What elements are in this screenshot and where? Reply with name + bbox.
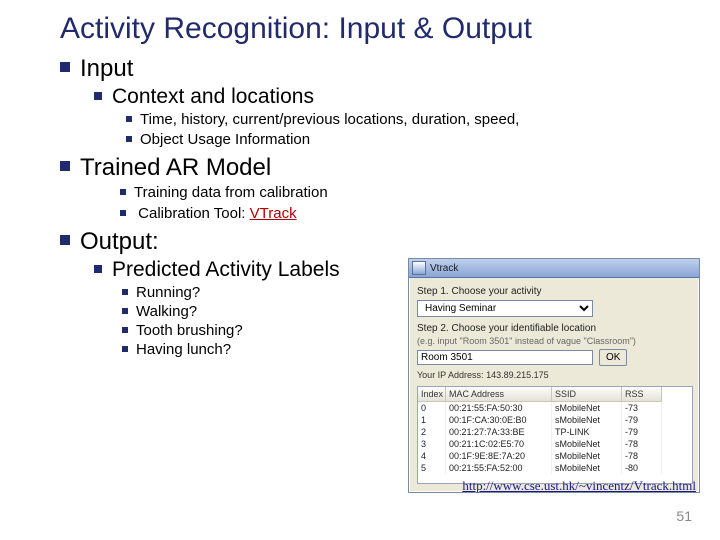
text: Calibration Tool:: [138, 205, 249, 222]
table-row: 200:21:27:7A:33:BETP-LINK-79: [418, 426, 692, 438]
footer-url-link[interactable]: http://www.cse.ust.hk/~vincentz/Vtrack.h…: [462, 478, 696, 494]
section-input: Input Context and locations Time, histor…: [60, 55, 690, 151]
page-number: 51: [676, 508, 692, 524]
cell: 4: [418, 450, 446, 462]
section-heading: Output:: [80, 228, 159, 255]
ip-value: 143.89.215.175: [486, 370, 549, 380]
cell: -73: [622, 402, 662, 414]
sub-heading: Context and locations: [112, 85, 314, 108]
sub-heading: Predicted Activity Labels: [112, 258, 340, 281]
slide-title: Activity Recognition: Input & Output: [60, 12, 690, 47]
app-icon: [412, 261, 426, 275]
table-row: 500:21:55:FA:52:00sMobileNet-80: [418, 462, 692, 474]
step2-label: Step 2. Choose your identifiable locatio…: [417, 323, 691, 334]
cell: 00:21:1C:02:E5:70: [446, 438, 552, 450]
ok-button[interactable]: OK: [599, 349, 627, 366]
ip-label: Your IP Address:: [417, 370, 484, 380]
cell: 00:21:55:FA:50:30: [446, 402, 552, 414]
cell: 00:21:55:FA:52:00: [446, 462, 552, 474]
col-header: MAC Address: [446, 387, 552, 402]
section-trained-model: Trained AR Model Training data from cali…: [60, 154, 690, 224]
vtrack-window: Vtrack Step 1. Choose your activity Havi…: [408, 258, 700, 493]
section-heading: Trained AR Model: [80, 154, 271, 181]
subsection-context: Context and locations Time, history, cur…: [94, 85, 690, 151]
table-row: 100:1F:CA:30:0E:B0sMobileNet-79: [418, 414, 692, 426]
col-header: SSID: [552, 387, 622, 402]
cell: sMobileNet: [552, 414, 622, 426]
list-item: Calibration Tool: VTrack: [120, 205, 690, 224]
table-row: 400:1F:9E:8E:7A:20sMobileNet-78: [418, 450, 692, 462]
table-row: 300:21:1C:02:E5:70sMobileNet-78: [418, 438, 692, 450]
col-header: RSS: [622, 387, 662, 402]
cell: 1: [418, 414, 446, 426]
cell: sMobileNet: [552, 402, 622, 414]
step1-label: Step 1. Choose your activity: [417, 286, 691, 297]
cell: -80: [622, 462, 662, 474]
cell: sMobileNet: [552, 438, 622, 450]
col-header: Index: [418, 387, 446, 402]
cell: -79: [622, 414, 662, 426]
window-title: Vtrack: [430, 263, 458, 274]
cell: 00:1F:CA:30:0E:B0: [446, 414, 552, 426]
location-input[interactable]: [417, 350, 593, 365]
section-heading: Input: [80, 55, 133, 82]
cell: 0: [418, 402, 446, 414]
cell: 3: [418, 438, 446, 450]
cell: -79: [622, 426, 662, 438]
cell: 5: [418, 462, 446, 474]
cell: 00:1F:9E:8E:7A:20: [446, 450, 552, 462]
cell: -78: [622, 450, 662, 462]
list-item: Training data from calibration: [120, 184, 690, 203]
table-row: 000:21:55:FA:50:30sMobileNet-73: [418, 402, 692, 414]
activity-select[interactable]: Having Seminar: [417, 300, 593, 317]
list-item: Object Usage Information: [126, 131, 690, 150]
cell: sMobileNet: [552, 462, 622, 474]
ap-table: Index MAC Address SSID RSS 000:21:55:FA:…: [417, 386, 693, 484]
cell: 2: [418, 426, 446, 438]
cell: 00:21:27:7A:33:BE: [446, 426, 552, 438]
list-item: Time, history, current/previous location…: [126, 111, 690, 130]
cell: TP-LINK: [552, 426, 622, 438]
step2-hint: (e.g. input "Room 3501" instead of vague…: [417, 336, 691, 346]
titlebar: Vtrack: [409, 259, 699, 278]
vtrack-link[interactable]: VTrack: [250, 205, 297, 222]
cell: -78: [622, 438, 662, 450]
cell: sMobileNet: [552, 450, 622, 462]
